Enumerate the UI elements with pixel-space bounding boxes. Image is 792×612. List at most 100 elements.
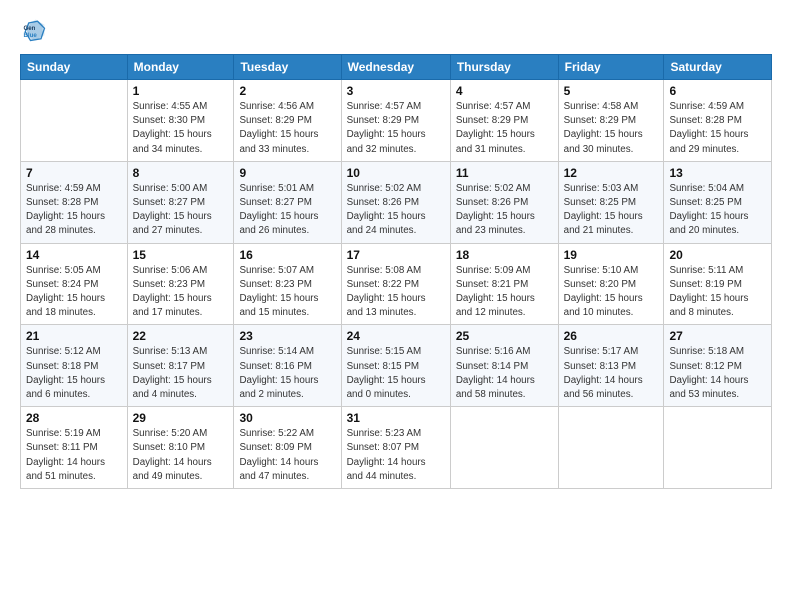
calendar-cell: 14Sunrise: 5:05 AM Sunset: 8:24 PM Dayli…	[21, 243, 128, 325]
day-number: 24	[347, 329, 445, 343]
calendar-week-row: 14Sunrise: 5:05 AM Sunset: 8:24 PM Dayli…	[21, 243, 772, 325]
calendar-cell: 20Sunrise: 5:11 AM Sunset: 8:19 PM Dayli…	[664, 243, 772, 325]
day-number: 17	[347, 248, 445, 262]
svg-text:Blue: Blue	[24, 32, 38, 39]
day-info: Sunrise: 4:57 AM Sunset: 8:29 PM Dayligh…	[456, 100, 553, 157]
calendar-cell: 29 Sunrise: 5:20 AM Sunset: 8:10 PM Dayli…	[127, 407, 234, 489]
day-info: Sunrise: 5:06 AM Sunset: 8:23 PM Dayligh…	[133, 264, 229, 321]
logo-icon: Gen Blue	[20, 16, 48, 44]
calendar-cell	[450, 407, 558, 489]
calendar-cell: 28Sunrise: 5:19 AM Sunset: 8:11 PM Dayli…	[21, 407, 128, 489]
day-info: Sunrise: 5:17 AM Sunset: 8:13 PM Dayligh…	[564, 345, 659, 402]
calendar-cell: 30 Sunrise: 5:22 AM Sunset: 8:09 PM Dayli…	[234, 407, 341, 489]
day-number: 4	[456, 84, 553, 98]
day-info: Sunrise: 5:02 AM Sunset: 8:26 PM Dayligh…	[456, 182, 553, 239]
calendar-cell	[664, 407, 772, 489]
day-info: Sunrise: 4:59 AM Sunset: 8:28 PM Dayligh…	[669, 100, 766, 157]
calendar-cell: 17Sunrise: 5:08 AM Sunset: 8:22 PM Dayli…	[341, 243, 450, 325]
calendar-cell	[558, 407, 664, 489]
calendar-day-header: Monday	[127, 55, 234, 80]
day-info: Sunrise: 5:11 AM Sunset: 8:19 PM Dayligh…	[669, 264, 766, 321]
calendar-cell: 12 Sunrise: 5:03 AM Sunset: 8:25 PM Dayli…	[558, 161, 664, 243]
day-info: Sunrise: 5:20 AM Sunset: 8:10 PM Dayligh…	[133, 427, 229, 484]
calendar-cell: 6 Sunrise: 4:59 AM Sunset: 8:28 PM Daylig…	[664, 80, 772, 162]
day-number: 14	[26, 248, 122, 262]
day-info: Sunrise: 5:16 AM Sunset: 8:14 PM Dayligh…	[456, 345, 553, 402]
calendar-table: SundayMondayTuesdayWednesdayThursdayFrid…	[20, 54, 772, 489]
day-number: 15	[133, 248, 229, 262]
calendar-cell: 18 Sunrise: 5:09 AM Sunset: 8:21 PM Dayli…	[450, 243, 558, 325]
day-info: Sunrise: 4:57 AM Sunset: 8:29 PM Dayligh…	[347, 100, 445, 157]
day-number: 13	[669, 166, 766, 180]
calendar-day-header: Saturday	[664, 55, 772, 80]
day-info: Sunrise: 4:55 AM Sunset: 8:30 PM Dayligh…	[133, 100, 229, 157]
day-number: 30	[239, 411, 335, 425]
day-number: 6	[669, 84, 766, 98]
calendar-cell: 22Sunrise: 5:13 AM Sunset: 8:17 PM Dayli…	[127, 325, 234, 407]
calendar-cell: 24 Sunrise: 5:15 AM Sunset: 8:15 PM Dayli…	[341, 325, 450, 407]
day-number: 26	[564, 329, 659, 343]
calendar-cell: 13 Sunrise: 5:04 AM Sunset: 8:25 PM Dayli…	[664, 161, 772, 243]
calendar-cell: 31 Sunrise: 5:23 AM Sunset: 8:07 PM Dayli…	[341, 407, 450, 489]
day-number: 29	[133, 411, 229, 425]
day-number: 12	[564, 166, 659, 180]
calendar-cell: 9Sunrise: 5:01 AM Sunset: 8:27 PM Daylig…	[234, 161, 341, 243]
calendar-cell: 23Sunrise: 5:14 AM Sunset: 8:16 PM Dayli…	[234, 325, 341, 407]
day-number: 9	[239, 166, 335, 180]
calendar-cell: 1 Sunrise: 4:55 AM Sunset: 8:30 PM Daylig…	[127, 80, 234, 162]
calendar-day-header: Friday	[558, 55, 664, 80]
calendar-cell: 3Sunrise: 4:57 AM Sunset: 8:29 PM Daylig…	[341, 80, 450, 162]
day-info: Sunrise: 5:22 AM Sunset: 8:09 PM Dayligh…	[239, 427, 335, 484]
calendar-cell: 27 Sunrise: 5:18 AM Sunset: 8:12 PM Dayli…	[664, 325, 772, 407]
day-number: 21	[26, 329, 122, 343]
svg-text:Gen: Gen	[24, 25, 36, 32]
day-number: 18	[456, 248, 553, 262]
day-number: 2	[239, 84, 335, 98]
calendar-cell: 5Sunrise: 4:58 AM Sunset: 8:29 PM Daylig…	[558, 80, 664, 162]
calendar-cell: 2 Sunrise: 4:56 AM Sunset: 8:29 PM Daylig…	[234, 80, 341, 162]
calendar-cell: 25 Sunrise: 5:16 AM Sunset: 8:14 PM Dayli…	[450, 325, 558, 407]
day-number: 1	[133, 84, 229, 98]
day-number: 27	[669, 329, 766, 343]
day-info: Sunrise: 5:02 AM Sunset: 8:26 PM Dayligh…	[347, 182, 445, 239]
calendar-week-row: 1 Sunrise: 4:55 AM Sunset: 8:30 PM Daylig…	[21, 80, 772, 162]
day-info: Sunrise: 5:00 AM Sunset: 8:27 PM Dayligh…	[133, 182, 229, 239]
day-number: 25	[456, 329, 553, 343]
calendar-cell: 8 Sunrise: 5:00 AM Sunset: 8:27 PM Daylig…	[127, 161, 234, 243]
day-info: Sunrise: 5:10 AM Sunset: 8:20 PM Dayligh…	[564, 264, 659, 321]
day-number: 10	[347, 166, 445, 180]
calendar-cell: 16Sunrise: 5:07 AM Sunset: 8:23 PM Dayli…	[234, 243, 341, 325]
day-info: Sunrise: 4:59 AM Sunset: 8:28 PM Dayligh…	[26, 182, 122, 239]
calendar-week-row: 21 Sunrise: 5:12 AM Sunset: 8:18 PM Dayli…	[21, 325, 772, 407]
calendar-week-row: 28Sunrise: 5:19 AM Sunset: 8:11 PM Dayli…	[21, 407, 772, 489]
day-info: Sunrise: 5:18 AM Sunset: 8:12 PM Dayligh…	[669, 345, 766, 402]
calendar-cell: 7 Sunrise: 4:59 AM Sunset: 8:28 PM Daylig…	[21, 161, 128, 243]
day-number: 8	[133, 166, 229, 180]
day-info: Sunrise: 5:03 AM Sunset: 8:25 PM Dayligh…	[564, 182, 659, 239]
calendar-cell: 21 Sunrise: 5:12 AM Sunset: 8:18 PM Dayli…	[21, 325, 128, 407]
calendar-cell: 11Sunrise: 5:02 AM Sunset: 8:26 PM Dayli…	[450, 161, 558, 243]
calendar-cell: 15 Sunrise: 5:06 AM Sunset: 8:23 PM Dayli…	[127, 243, 234, 325]
day-info: Sunrise: 4:56 AM Sunset: 8:29 PM Dayligh…	[239, 100, 335, 157]
day-info: Sunrise: 5:09 AM Sunset: 8:21 PM Dayligh…	[456, 264, 553, 321]
day-info: Sunrise: 5:23 AM Sunset: 8:07 PM Dayligh…	[347, 427, 445, 484]
page: Gen Blue SundayMondayTuesdayWednesdayThu…	[0, 0, 792, 612]
day-number: 16	[239, 248, 335, 262]
header: Gen Blue	[20, 16, 772, 44]
calendar-day-header: Tuesday	[234, 55, 341, 80]
calendar-day-header: Thursday	[450, 55, 558, 80]
calendar-header-row: SundayMondayTuesdayWednesdayThursdayFrid…	[21, 55, 772, 80]
calendar-cell: 26 Sunrise: 5:17 AM Sunset: 8:13 PM Dayli…	[558, 325, 664, 407]
day-number: 31	[347, 411, 445, 425]
calendar-day-header: Wednesday	[341, 55, 450, 80]
calendar-week-row: 7 Sunrise: 4:59 AM Sunset: 8:28 PM Daylig…	[21, 161, 772, 243]
day-info: Sunrise: 5:04 AM Sunset: 8:25 PM Dayligh…	[669, 182, 766, 239]
calendar-cell: 19Sunrise: 5:10 AM Sunset: 8:20 PM Dayli…	[558, 243, 664, 325]
day-number: 23	[239, 329, 335, 343]
day-number: 7	[26, 166, 122, 180]
day-info: Sunrise: 4:58 AM Sunset: 8:29 PM Dayligh…	[564, 100, 659, 157]
day-number: 28	[26, 411, 122, 425]
calendar-day-header: Sunday	[21, 55, 128, 80]
day-info: Sunrise: 5:15 AM Sunset: 8:15 PM Dayligh…	[347, 345, 445, 402]
day-info: Sunrise: 5:12 AM Sunset: 8:18 PM Dayligh…	[26, 345, 122, 402]
